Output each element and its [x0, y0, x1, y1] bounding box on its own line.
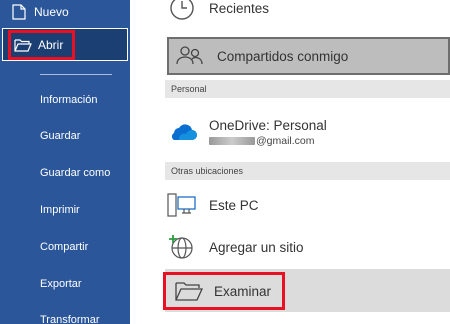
sidebar-item-label: Nuevo — [34, 5, 69, 19]
location-agregar-sitio[interactable]: Agregar un sitio — [165, 229, 450, 265]
sidebar-item-nuevo[interactable]: Nuevo — [8, 0, 69, 26]
location-compartidos-conmigo[interactable]: Compartidos conmigo — [167, 37, 450, 75]
sidebar-item-abrir[interactable]: Abrir — [8, 30, 75, 60]
sidebar-divider — [40, 74, 112, 75]
onedrive-email: @gmail.com — [209, 135, 327, 147]
open-folder-icon — [14, 38, 34, 52]
clock-icon — [165, 0, 199, 25]
location-este-pc[interactable]: Este PC — [165, 187, 450, 223]
location-label: OneDrive: Personal — [209, 117, 327, 133]
sidebar-item-guardar[interactable]: Guardar — [40, 130, 80, 142]
sidebar-item-compartir[interactable]: Compartir — [40, 241, 88, 253]
backstage-sidebar: Nuevo Abrir Información Guardar Guardar … — [0, 0, 130, 324]
redacted-email-mask — [209, 136, 255, 145]
folder-icon — [174, 276, 204, 306]
browse-button[interactable]: Examinar — [163, 272, 285, 310]
sidebar-item-guardar-como[interactable]: Guardar como — [40, 167, 110, 179]
computer-icon — [165, 188, 199, 222]
onedrive-text: OneDrive: Personal @gmail.com — [209, 118, 327, 147]
location-onedrive-personal[interactable]: OneDrive: Personal @gmail.com — [165, 108, 450, 156]
location-label: Compartidos conmigo — [217, 48, 349, 64]
add-place-globe-icon — [165, 230, 199, 264]
shared-people-icon — [173, 39, 207, 73]
location-label: Agregar un sitio — [209, 239, 304, 255]
sidebar-item-exportar[interactable]: Exportar — [40, 278, 82, 290]
onedrive-cloud-icon — [165, 115, 199, 149]
sidebar-item-imprimir[interactable]: Imprimir — [40, 204, 80, 216]
location-label: Recientes — [209, 0, 270, 16]
location-recientes[interactable]: Recientes — [165, 0, 450, 24]
location-label: Este PC — [209, 197, 259, 213]
sidebar-item-informacion[interactable]: Información — [40, 94, 97, 106]
sidebar-item-transformar[interactable]: Transformar — [40, 314, 100, 324]
sidebar-item-label: Abrir — [38, 38, 64, 52]
section-header-otras-ubicaciones: Otras ubicaciones — [165, 162, 450, 180]
email-suffix: @gmail.com — [256, 134, 315, 147]
location-label: Examinar — [214, 283, 272, 299]
section-header-personal: Personal — [165, 80, 450, 98]
new-document-icon — [8, 4, 30, 20]
